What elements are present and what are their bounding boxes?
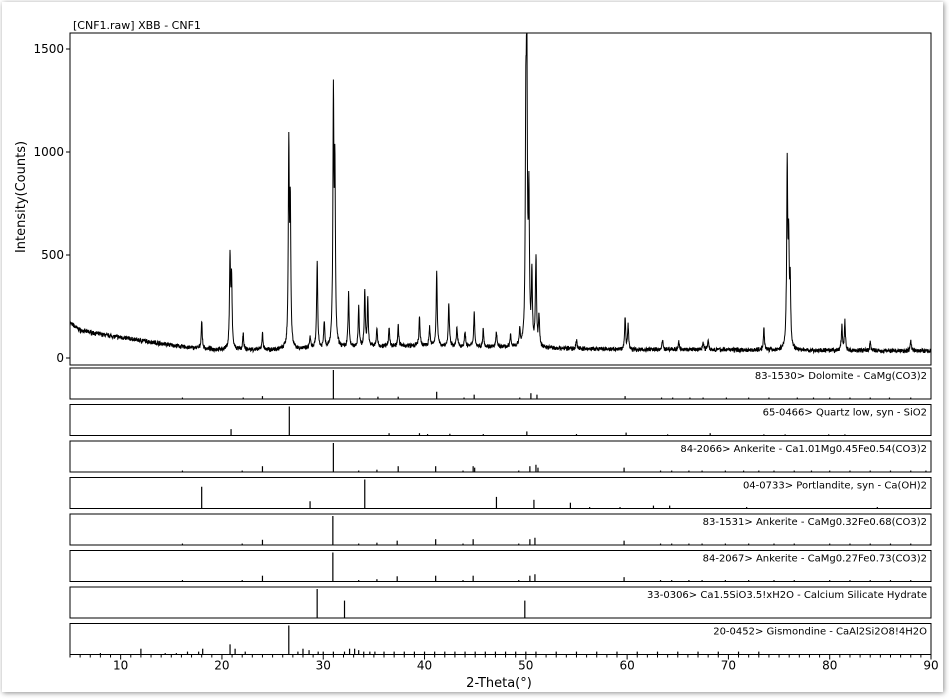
reference-panel: 20-0452> Gismondine - CaAl2Si2O8!4H2O (69, 623, 932, 655)
reference-panel: 04-0733> Portlandite, syn - Ca(OH)2 (69, 477, 932, 509)
reference-label: 83-1531> Ankerite - CaMg0.32Fe0.68(CO3)2 (703, 517, 927, 528)
x-tick-label: 60 (619, 659, 634, 673)
x-tick-label: 30 (316, 659, 331, 673)
reference-panel: 84-2066> Ankerite - Ca1.01Mg0.45Fe0.54(C… (69, 440, 932, 473)
x-axis-title: 2-Theta(°) (466, 676, 532, 691)
reference-label: 84-2067> Ankerite - CaMg0.27Fe0.73(CO3)2 (703, 554, 927, 565)
x-tick-label: 80 (822, 659, 837, 673)
y-tick-label: 1000 (33, 145, 64, 159)
reference-panel: 84-2067> Ankerite - CaMg0.27Fe0.73(CO3)2 (69, 550, 932, 582)
reference-panels: 83-1530> Dolomite - CaMg(CO3)2 65-0466> Q… (69, 367, 932, 655)
x-axis: 10 20 30 40 50 60 70 80 90 (69, 654, 939, 673)
y-tick-label: 500 (41, 248, 64, 262)
reference-label: 83-1530> Dolomite - CaMg(CO3)2 (755, 371, 927, 382)
xrd-chart: [CNF1.raw] XBB - CNF1 0 500 1000 1500 83-15… (14, 19, 939, 691)
chart-title: [CNF1.raw] XBB - CNF1 (73, 19, 201, 32)
y-axis-title: Intensity(Counts) (14, 141, 29, 253)
reference-label: 33-0306> Ca1.5SiO3.5!xH2O - Calcium Sili… (647, 590, 927, 601)
main-plot: 0 500 1000 1500 (33, 32, 932, 366)
x-tick-label: 10 (113, 659, 128, 673)
chart-frame: [CNF1.raw] XBB - CNF1 0 500 1000 1500 83-15… (2, 2, 943, 692)
y-tick-label: 1500 (33, 42, 64, 56)
x-tick-label: 50 (518, 659, 533, 673)
x-tick-label: 90 (923, 659, 938, 673)
reference-label: 04-0733> Portlandite, syn - Ca(OH)2 (743, 481, 927, 492)
reference-panel: 33-0306> Ca1.5SiO3.5!xH2O - Calcium Sili… (69, 586, 932, 619)
reference-label: 65-0466> Quartz low, syn - SiO2 (763, 408, 927, 419)
reference-label: 20-0452> Gismondine - CaAl2Si2O8!4H2O (713, 627, 927, 638)
y-tick-label: 0 (56, 351, 64, 365)
reference-panel: 65-0466> Quartz low, syn - SiO2 (69, 404, 932, 436)
x-tick-label: 70 (721, 659, 736, 673)
x-tick-label: 40 (417, 659, 432, 673)
reference-label: 84-2066> Ankerite - Ca1.01Mg0.45Fe0.54(C… (680, 444, 927, 455)
reference-panel: 83-1531> Ankerite - CaMg0.32Fe0.68(CO3)2 (69, 513, 932, 546)
x-tick-label: 20 (214, 659, 229, 673)
main-plot-frame (69, 32, 932, 366)
reference-panel: 83-1530> Dolomite - CaMg(CO3)2 (69, 367, 932, 400)
